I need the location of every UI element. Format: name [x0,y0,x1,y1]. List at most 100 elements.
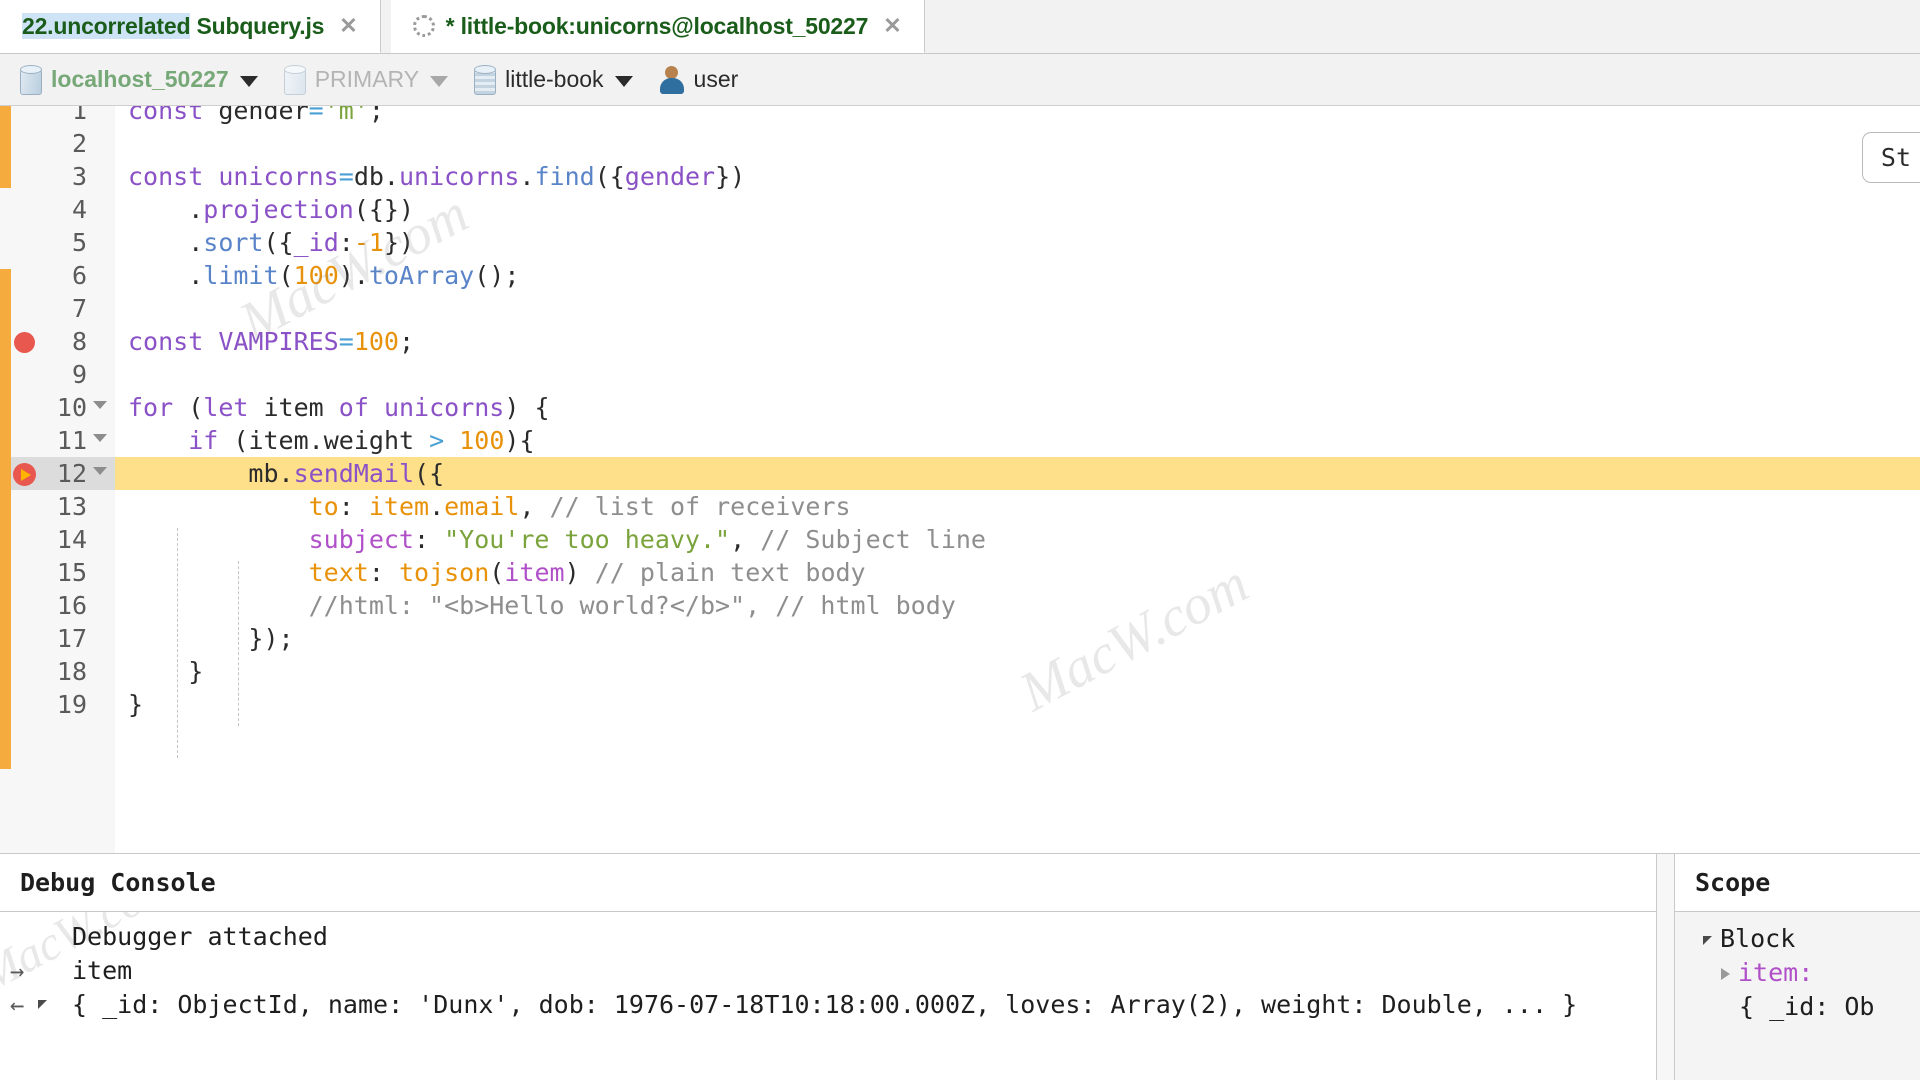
line-number: 10 [56,393,87,422]
line-number: 9 [71,360,87,389]
gutter-row[interactable]: 18 [11,655,115,688]
panel-divider[interactable] [1657,854,1675,1080]
tab-file-label-suffix: Subquery.js [190,12,325,39]
gutter-row[interactable]: 6 [11,259,115,292]
code-line-text: const VAMPIRES=100; [128,327,415,356]
code-line[interactable]: }); [115,622,1920,655]
collapse-toggle-icon[interactable] [1703,935,1712,945]
change-marker [0,269,11,769]
code-line[interactable] [115,292,1920,325]
gutter-row[interactable]: 10 [11,391,115,424]
code-line[interactable]: const VAMPIRES=100; [115,325,1920,358]
line-number: 1 [71,106,87,125]
line-number: 11 [56,426,87,455]
code-line[interactable]: } [115,655,1920,688]
host-label: localhost_50227 [51,66,229,92]
fold-toggle-icon[interactable] [93,467,107,475]
code-line[interactable]: const unicorns=db.unicorns.find({gender}… [115,160,1920,193]
line-number: 2 [71,129,87,158]
scope-row[interactable]: item: [1675,956,1920,990]
code-line-text: //html: "<b>Hello world?</b>", // html b… [308,591,956,620]
scope-row-label: { _id: Ob [1739,992,1875,1021]
replica-role-selector[interactable]: PRIMARY [274,54,458,105]
code-line-text: .sort({_id:-1}) [188,228,415,257]
user-indicator[interactable]: user [649,54,749,105]
fold-toggle-icon[interactable] [93,401,107,409]
expand-toggle-icon[interactable] [1721,968,1730,980]
code-editor[interactable]: 1 const gender='m'; 2 3 const unicorns=db.un… [0,106,1920,854]
code-line[interactable]: for (let item of unicorns) { [115,391,1920,424]
debug-console-output[interactable]: MacW.com Debugger attached → item ←{ _id: O… [0,912,1656,1080]
line-number: 18 [56,657,87,686]
connection-toolbar: localhost_50227 PRIMARY little-book user [0,54,1920,106]
code-line[interactable]: text: tojson(item) // plain text body [115,556,1920,589]
gutter-row[interactable]: 16 [11,589,115,622]
tab-file[interactable]: 22.uncorrelated Subquery.js ✕ [0,0,381,53]
host-selector[interactable]: localhost_50227 [10,54,268,105]
line-number: 3 [71,162,87,191]
scope-row-label: item: [1738,958,1814,987]
code-line[interactable]: .projection({}) [115,193,1920,226]
gutter-row[interactable]: 11 [11,424,115,457]
step-button[interactable]: St [1861,132,1920,183]
code-line[interactable]: if (item.weight > 100){ [115,424,1920,457]
gutter-row[interactable]: 14 [11,523,115,556]
close-icon[interactable]: ✕ [335,13,361,39]
debug-console-panel: Debug Console MacW.com Debugger attached… [0,854,1657,1080]
scope-panel: Scope Block item: { _id: Ob [1675,854,1920,1080]
code-line-text: .limit(100).toArray(); [188,261,520,290]
gutter-row[interactable]: 1 [11,106,115,127]
bottom-panels: Debug Console MacW.com Debugger attached… [0,854,1920,1080]
code-line-text: for (let item of unicorns) { [128,393,550,422]
code-line[interactable]: .sort({_id:-1}) [115,226,1920,259]
gutter-row[interactable]: 15 [11,556,115,589]
code-line[interactable]: const gender='m'; [115,106,1920,127]
code-line[interactable]: mb.sendMail({ [115,457,1920,490]
gutter-row[interactable]: 5 [11,226,115,259]
breakpoint-icon[interactable] [14,332,35,353]
console-direction-icon: → [10,957,25,985]
chevron-down-icon[interactable] [614,75,633,87]
scope-row-label: Block [1720,924,1796,953]
code-line-text: text: tojson(item) // plain text body [308,558,866,587]
line-number: 13 [56,492,87,521]
gutter-row[interactable]: 19 [11,688,115,721]
close-icon[interactable]: ✕ [879,13,905,39]
execution-pointer-icon[interactable] [13,463,36,486]
line-number: 15 [56,558,87,587]
gutter-row[interactable]: 9 [11,358,115,391]
console-line: { _id: ObjectId, name: 'Dunx', dob: 1976… [72,990,1578,1019]
scope-row[interactable]: { _id: Ob [1675,990,1920,1024]
scope-tree[interactable]: Block item: { _id: Ob [1675,912,1920,1080]
chevron-down-icon[interactable] [430,75,449,87]
expand-toggle-icon[interactable] [38,1000,47,1009]
fold-toggle-icon[interactable] [93,434,107,442]
loading-spinner-icon [412,15,435,37]
gutter-row[interactable]: 7 [11,292,115,325]
code-line[interactable]: .limit(100).toArray(); [115,259,1920,292]
code-line[interactable]: subject: "You're too heavy.", // Subject… [115,523,1920,556]
code-line[interactable]: //html: "<b>Hello world?</b>", // html b… [115,589,1920,622]
gutter-row[interactable]: 3 [11,160,115,193]
code-line[interactable] [115,127,1920,160]
line-number: 14 [56,525,87,554]
console-line: Debugger attached [72,922,328,951]
database-selector[interactable]: little-book [464,54,642,105]
code-line[interactable]: to: item.email, // list of receivers [115,490,1920,523]
code-line[interactable]: } [115,688,1920,721]
tab-connection[interactable]: * little-book:unicorns@localhost_50227 ✕ [390,0,925,53]
chevron-down-icon[interactable] [239,75,258,87]
code-line-text: to: item.email, // list of receivers [308,492,851,521]
line-number: 5 [71,228,87,257]
gutter-row[interactable]: 13 [11,490,115,523]
tab-bar: 22.uncorrelated Subquery.js ✕ * little-b… [0,0,1920,54]
code-line[interactable] [115,358,1920,391]
database-icon [20,64,42,95]
gutter-row[interactable]: 17 [11,622,115,655]
change-marker-strip [0,106,11,853]
scope-row[interactable]: Block [1675,922,1920,956]
user-avatar-icon [659,65,685,94]
gutter-row[interactable]: 2 [11,127,115,160]
collection-icon [474,64,497,95]
gutter-row[interactable]: 4 [11,193,115,226]
